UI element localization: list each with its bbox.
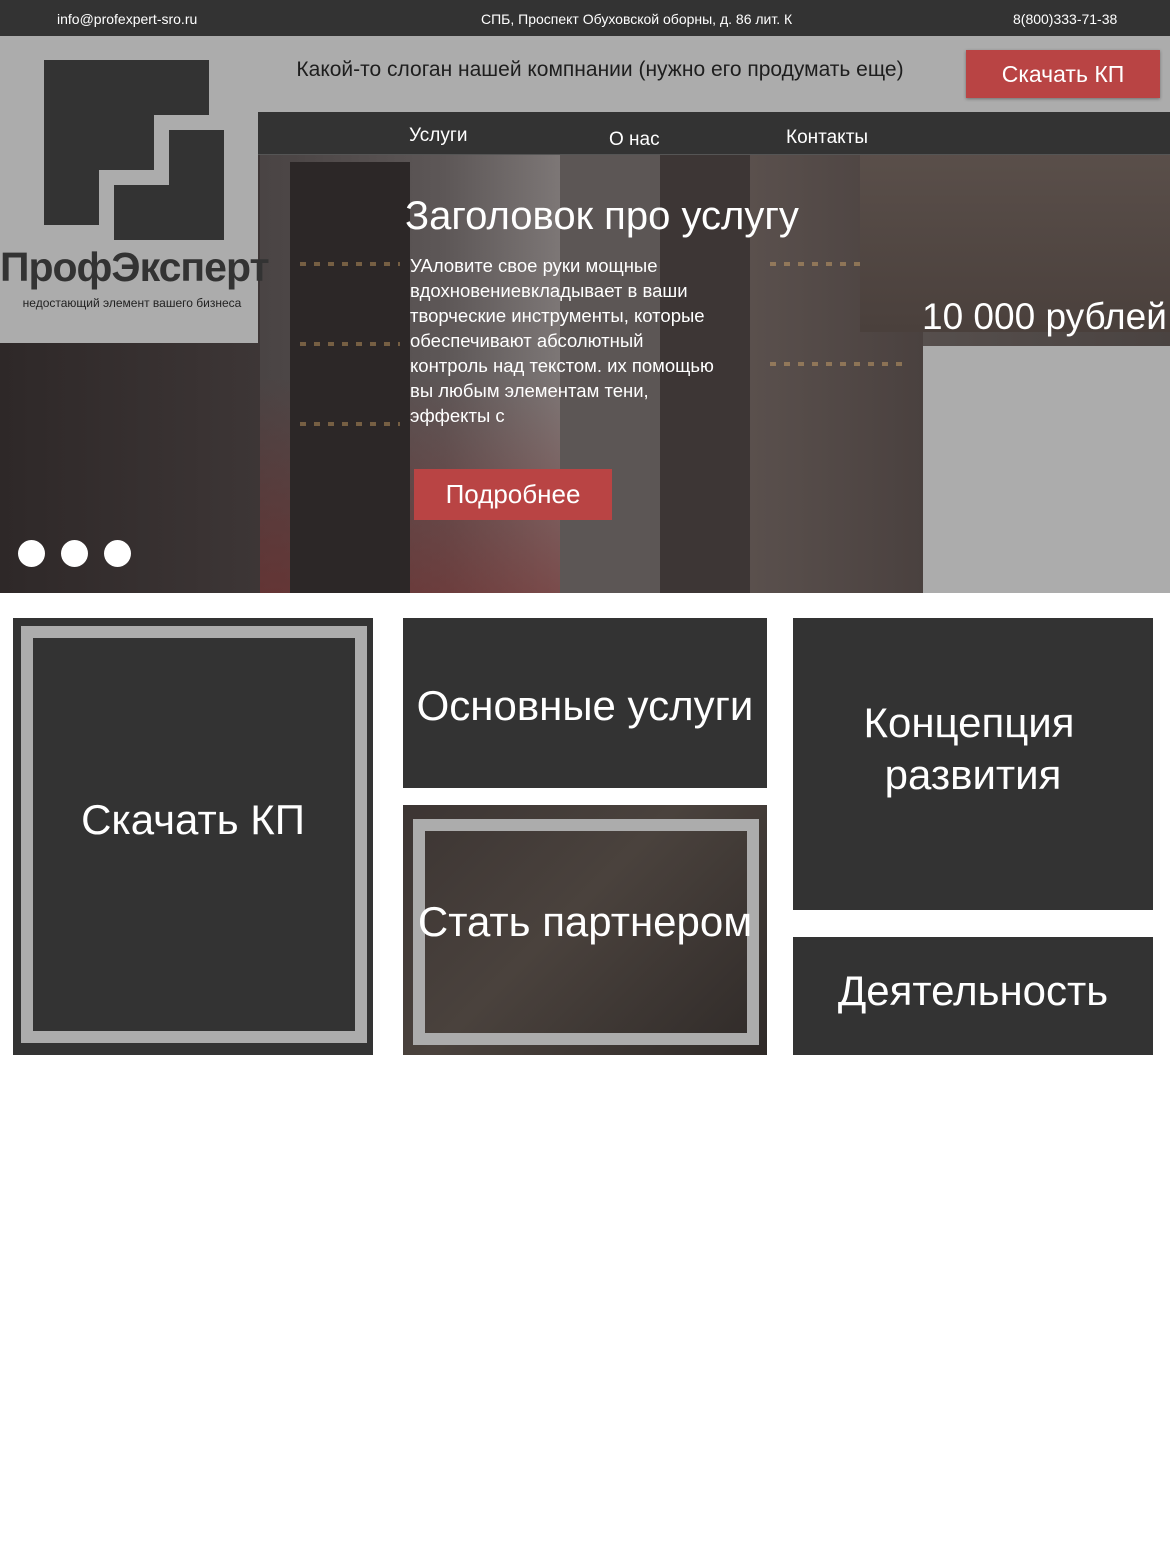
logo-tagline: недостающий элемент вашего бизнеса	[22, 296, 242, 310]
tile-services-label: Основные услуги	[416, 682, 754, 729]
contact-bar: info@profexpert-sro.ru СПБ, Проспект Обу…	[0, 0, 1170, 36]
tile-download-label: Скачать КП	[81, 795, 305, 843]
price-label: 10 000 рублей	[922, 296, 1167, 337]
tile-activity-label: Деятельность	[837, 967, 1109, 1014]
tile-activity[interactable]: Деятельность	[793, 937, 1153, 1055]
address-text: СПБ, Проспект Обуховской оборны, д. 86 л…	[481, 11, 793, 27]
nav-item-about[interactable]: О нас	[609, 129, 660, 151]
tile-partner-label: Стать партнером	[417, 898, 753, 945]
slider-dot-1[interactable]	[18, 540, 45, 567]
slider-dot-2[interactable]	[61, 540, 88, 567]
tile-concept-label-2: развития	[884, 751, 1062, 798]
email-link[interactable]: info@profexpert-sro.ru	[57, 11, 197, 27]
tile-development-concept[interactable]: Концепция развития	[793, 618, 1153, 910]
logo-title: ПрофЭксперт	[0, 244, 270, 290]
more-button[interactable]: Подробнее	[414, 469, 612, 520]
tile-become-partner[interactable]: Стать партнером	[403, 805, 767, 1055]
download-kp-button[interactable]: Скачать КП	[966, 50, 1160, 98]
price-image-placeholder	[923, 346, 1170, 593]
logo-icon	[44, 60, 224, 240]
tile-concept-label-1: Концепция	[863, 699, 1075, 746]
main-nav: Услуги О нас Контакты	[258, 112, 1170, 155]
nav-item-contacts[interactable]: Контакты	[786, 127, 868, 149]
tile-download-kp[interactable]: Скачать КП	[13, 618, 373, 1055]
slider-dot-3[interactable]	[104, 540, 131, 567]
nav-item-services[interactable]: Услуги	[409, 125, 467, 147]
phone-link[interactable]: 8(800)333-71-38	[1013, 11, 1117, 27]
slogan: Какой-то слоган нашей компнании (нужно е…	[296, 58, 904, 81]
hero-title: Заголовок про услугу	[405, 194, 799, 238]
tile-main-services[interactable]: Основные услуги	[403, 618, 767, 788]
hero-description: УАловите свое руки мощные вдохновениевкл…	[410, 255, 714, 426]
